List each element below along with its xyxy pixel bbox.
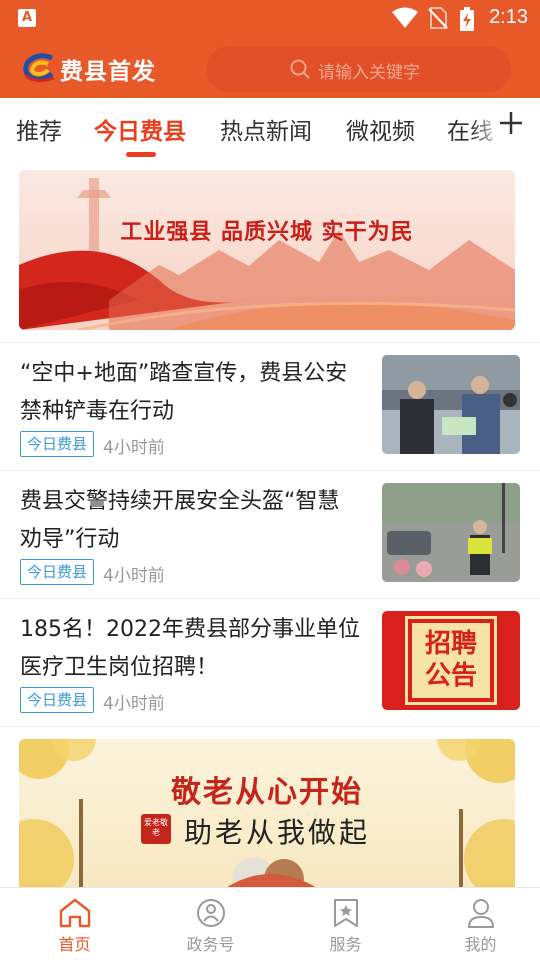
news-item[interactable]: 185名！2022年费县部分事业单位医疗卫生岗位招聘！ 今日费县 4小时前 招聘… — [0, 599, 540, 727]
banner-top[interactable]: 工业强县 品质兴城 实干为民 — [19, 170, 515, 330]
news-thumbnail[interactable] — [382, 483, 520, 582]
status-bar: A 2:13 — [0, 0, 540, 36]
news-time: 4小时前 — [103, 566, 165, 586]
recruitment-notice-card: 招聘 公告 — [405, 616, 497, 705]
banner-decoration — [19, 178, 515, 330]
battery-charging-icon — [460, 7, 474, 31]
app-notification-icon: A — [18, 9, 36, 27]
government-account-icon — [196, 899, 225, 927]
nav-home[interactable]: 首页 — [7, 888, 142, 960]
bottom-navigation: 首页 政务号 服务 我的 — [0, 887, 540, 960]
banner-bottom[interactable]: 敬老从心开始 爱老敬老 助老从我做起 — [19, 739, 515, 889]
service-bookmark-icon — [333, 899, 358, 927]
channel-tabs: 推荐 今日费县 热点新闻 微视频 在线 — [0, 98, 540, 160]
divider — [0, 726, 540, 727]
news-title[interactable]: “空中+地面”踏查宣传，费县公安禁种铲毒在行动 — [20, 355, 360, 431]
tab-today-feixian[interactable]: 今日费县 — [94, 112, 186, 146]
news-title[interactable]: 费县交警持续开展安全头盔“智慧劝导”行动 — [20, 483, 360, 559]
status-time: 2:13 — [489, 6, 528, 28]
thumb-text-2: 公告 — [424, 661, 477, 691]
no-sim-icon — [428, 7, 448, 29]
thumb-text-1: 招聘 — [424, 629, 477, 659]
banner-slogan: 工业强县 品质兴城 实干为民 — [120, 220, 414, 245]
nav-profile-label: 我的 — [464, 935, 497, 954]
app-name: 费县首发 — [60, 58, 156, 85]
news-time: 4小时前 — [103, 694, 165, 714]
search-input[interactable]: 请输入关键字 — [206, 46, 511, 92]
news-time: 4小时前 — [103, 438, 165, 458]
news-thumbnail[interactable] — [382, 355, 520, 454]
news-title[interactable]: 185名！2022年费县部分事业单位医疗卫生岗位招聘！ — [20, 611, 360, 687]
news-thumbnail[interactable]: 招聘 公告 — [382, 611, 520, 710]
app-logo[interactable]: 费县首发 — [22, 48, 162, 86]
nav-service-label: 服务 — [329, 935, 362, 954]
app-header: 费县首发 请输入关键字 — [0, 36, 540, 98]
tab-hot-news[interactable]: 热点新闻 — [220, 112, 312, 146]
logo-swirl-icon — [23, 53, 55, 83]
home-icon — [59, 898, 90, 928]
news-item[interactable]: 费县交警持续开展安全头盔“智慧劝导”行动 今日费县 4小时前 — [0, 471, 540, 599]
nav-profile[interactable]: 我的 — [413, 888, 540, 960]
news-tag: 今日费县 — [20, 559, 95, 585]
wifi-icon — [392, 7, 418, 28]
banner-headline: 敬老从心开始 — [171, 775, 363, 810]
news-item[interactable]: “空中+地面”踏查宣传，费县公安禁种铲毒在行动 今日费县 4小时前 — [0, 343, 540, 471]
nav-home-label: 首页 — [58, 935, 91, 954]
search-placeholder: 请输入关键字 — [318, 63, 420, 83]
news-tag: 今日费县 — [20, 687, 95, 713]
news-tag: 今日费县 — [20, 431, 95, 457]
active-tab-indicator — [126, 152, 156, 157]
nav-service[interactable]: 服务 — [278, 888, 413, 960]
banner-subline: 助老从我做起 — [184, 816, 371, 849]
profile-icon — [467, 899, 494, 928]
tab-recommend[interactable]: 推荐 — [16, 112, 62, 146]
add-channel-icon[interactable] — [498, 110, 524, 136]
nav-government[interactable]: 政务号 — [143, 888, 278, 960]
nav-government-label: 政务号 — [186, 935, 235, 954]
banner-stamp: 爱老敬老 — [141, 814, 171, 844]
tab-micro-video[interactable]: 微视频 — [346, 112, 415, 146]
search-icon — [290, 59, 310, 79]
